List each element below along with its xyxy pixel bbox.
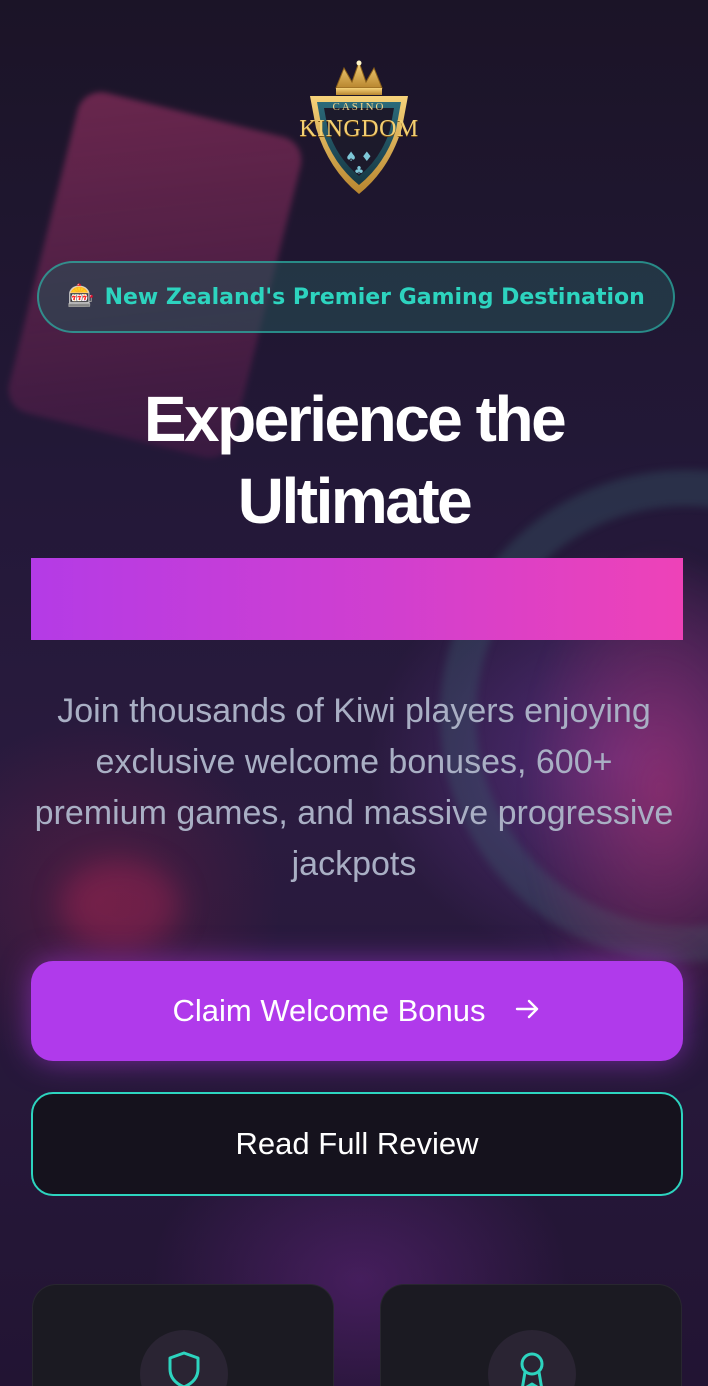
casino-kingdom-logo[interactable]: ♠ ♦ ♣ CASINO KINGDOM [284,58,434,198]
logo-kingdom-text: KINGDOM [299,116,419,142]
destination-badge: 🎰 New Zealand's Premier Gaming Destinati… [37,261,675,333]
feature-icon-circle [140,1330,228,1386]
arrow-right-icon [515,997,541,1025]
badge-text: New Zealand's Premier Gaming Destination [104,284,645,310]
hero-subtext: Join thousands of Kiwi players enjoying … [34,692,674,883]
landing-page: ♠ ♦ ♣ CASINO KINGDOM 🎰 New Zealand's Pre… [0,0,708,1386]
logo-casino-text: CASINO [332,101,386,113]
shield-icon [166,1350,202,1386]
feature-card-security [32,1284,334,1386]
svg-text:♠ ♦: ♠ ♦ [345,150,372,165]
award-ribbon-icon [514,1350,550,1386]
svg-text:♣: ♣ [354,164,364,177]
claim-button-label: Claim Welcome Bonus [172,993,486,1028]
claim-welcome-bonus-button[interactable]: Claim Welcome Bonus [31,961,683,1061]
headline-highlight-bar [31,558,683,640]
slot-machine-icon: 🎰 [67,284,95,309]
feature-icon-circle [488,1330,576,1386]
review-button-label: Read Full Review [235,1126,479,1161]
feature-card-award [380,1284,682,1386]
hero-headline: Experience the Ultimate [143,383,567,537]
read-full-review-button[interactable]: Read Full Review [31,1092,683,1196]
